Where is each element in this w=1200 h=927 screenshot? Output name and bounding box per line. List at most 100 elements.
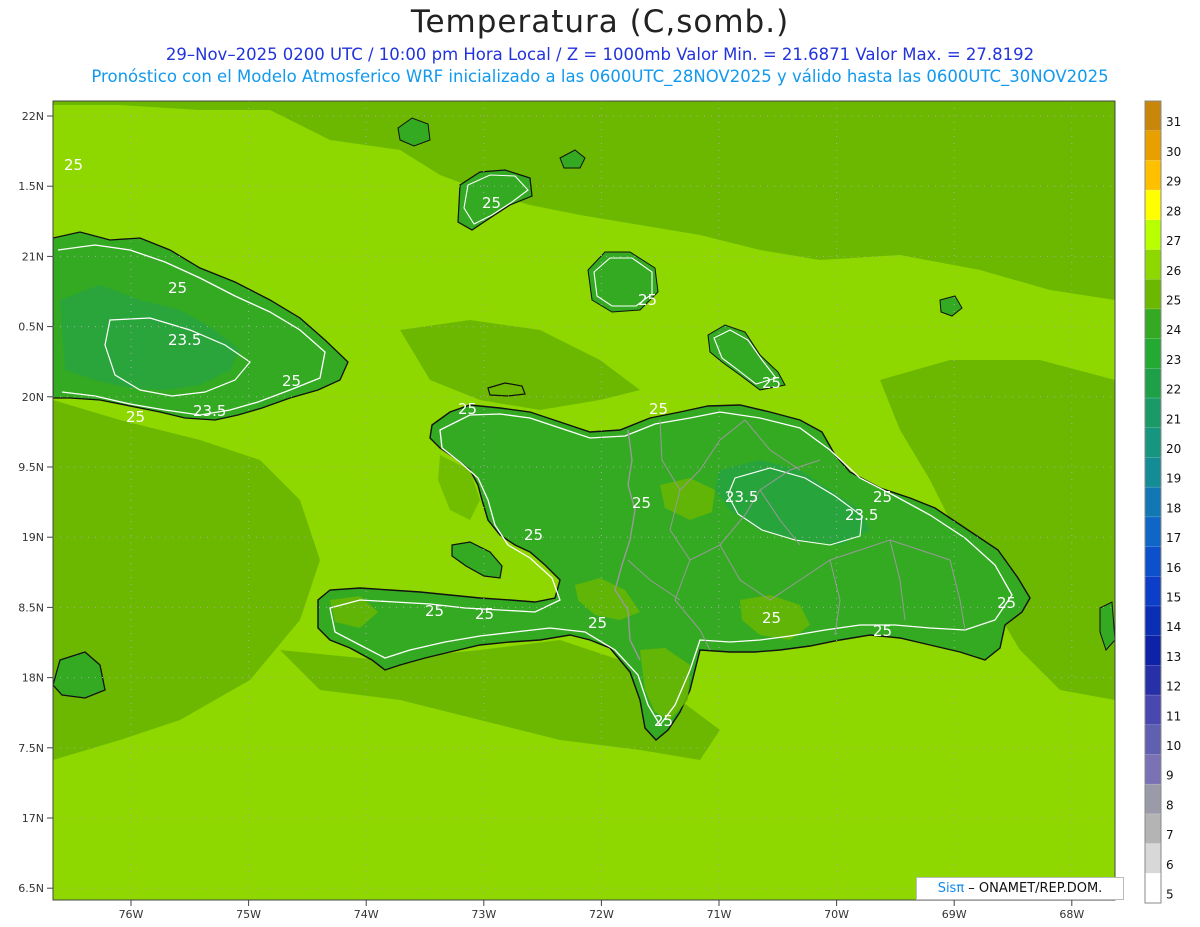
colorbar-swatch xyxy=(1145,427,1161,458)
lon-label: 73W xyxy=(471,908,496,921)
colorbar-label: 14 xyxy=(1166,620,1181,634)
colorbar-swatch xyxy=(1145,368,1161,399)
map-field: 25 25 23.5 25 25 23.5 25 25 25 25 25 25 … xyxy=(53,101,1115,900)
colorbar-swatch xyxy=(1145,754,1161,785)
contour-label: 25 xyxy=(649,400,668,418)
colorbar-swatch xyxy=(1145,635,1161,666)
lon-label: 75W xyxy=(236,908,261,921)
lat-label: 22N xyxy=(22,110,44,123)
contour-label: 25 xyxy=(654,712,673,730)
colorbar-swatch xyxy=(1145,605,1161,636)
colorbar-label: 24 xyxy=(1166,323,1181,337)
colorbar-label: 12 xyxy=(1166,680,1181,694)
colorbar-label: 9 xyxy=(1166,769,1174,783)
colorbar-label: 17 xyxy=(1166,531,1181,545)
lon-label: 72W xyxy=(589,908,614,921)
lat-label: 1.5N xyxy=(18,180,44,193)
colorbar-swatch xyxy=(1145,695,1161,726)
colorbar-label: 22 xyxy=(1166,383,1181,397)
colorbar-swatch xyxy=(1145,576,1161,607)
contour-label: 25 xyxy=(588,614,607,632)
colorbar-label: 21 xyxy=(1166,412,1181,426)
contour-label: 25 xyxy=(475,605,494,623)
colorbar-swatch xyxy=(1145,487,1161,518)
latitude-labels: 22N 1.5N 21N 0.5N 20N 9.5N 19N 8.5N 18N 7.5N 17N 6.… xyxy=(18,110,53,895)
lat-label: 19N xyxy=(22,531,44,544)
colorbar-label: 20 xyxy=(1166,442,1181,456)
colorbar-swatch xyxy=(1145,160,1161,191)
colorbar: 31 30 29 28 27 26 25 24 23 22 21 20 19 18 17 16 15 14 13 12… xyxy=(1144,100,1181,904)
colorbar-label: 13 xyxy=(1166,650,1181,664)
contour-label: 25 xyxy=(126,408,145,426)
colorbar-label: 19 xyxy=(1166,472,1181,486)
colorbar-swatch xyxy=(1145,784,1161,815)
colorbar-swatch xyxy=(1145,338,1161,369)
lon-label: 70W xyxy=(824,908,849,921)
lon-label: 76W xyxy=(119,908,144,921)
colorbar-label: 31 xyxy=(1166,115,1181,129)
contour-label: 25 xyxy=(873,488,892,506)
colorbar-swatch xyxy=(1145,516,1161,547)
contour-label: 23.5 xyxy=(725,488,758,506)
colorbar-label: 29 xyxy=(1166,175,1181,189)
colorbar-swatch xyxy=(1145,813,1161,844)
colorbar-swatch xyxy=(1145,101,1161,132)
longitude-labels: 76W 75W 74W 73W 72W 71W 70W 69W 68W xyxy=(119,900,1084,921)
credit-text: – ONAMET/REP.DOM. xyxy=(964,881,1103,896)
colorbar-label: 27 xyxy=(1166,234,1181,248)
contour-label: 25 xyxy=(638,291,657,309)
contour-label: 25 xyxy=(873,622,892,640)
contour-label: 23.5 xyxy=(168,331,201,349)
colorbar-label: 16 xyxy=(1166,561,1181,575)
contour-label: 25 xyxy=(762,374,781,392)
colorbar-label: 8 xyxy=(1166,798,1174,812)
colorbar-label: 23 xyxy=(1166,353,1181,367)
lon-label: 69W xyxy=(942,908,967,921)
lat-label: 7.5N xyxy=(18,742,44,755)
colorbar-swatch xyxy=(1145,873,1161,904)
lat-label: 9.5N xyxy=(18,461,44,474)
lon-label: 74W xyxy=(354,908,379,921)
lat-label: 18N xyxy=(22,672,44,685)
lat-label: 20N xyxy=(22,391,44,404)
contour-label: 25 xyxy=(997,594,1016,612)
colorbar-swatch xyxy=(1145,457,1161,488)
colorbar-swatch xyxy=(1145,249,1161,280)
colorbar-label: 15 xyxy=(1166,591,1181,605)
colorbar-label: 28 xyxy=(1166,204,1181,218)
colorbar-label: 18 xyxy=(1166,501,1181,515)
colorbar-label: 5 xyxy=(1166,888,1174,902)
sispi-logo-text: Sisπ xyxy=(937,881,965,896)
contour-label: 25 xyxy=(458,400,477,418)
colorbar-label: 10 xyxy=(1166,739,1181,753)
credit-box: Sisπ – ONAMET/REP.DOM. xyxy=(916,877,1124,900)
colorbar-label: 25 xyxy=(1166,293,1181,307)
colorbar-label: 7 xyxy=(1166,828,1174,842)
colorbar-swatch xyxy=(1145,546,1161,577)
temperature-map: 25 25 23.5 25 25 23.5 25 25 25 25 25 25 … xyxy=(18,100,1181,921)
contour-label: 25 xyxy=(64,156,83,174)
colorbar-swatch xyxy=(1145,130,1161,161)
contour-label: 25 xyxy=(282,372,301,390)
lat-label: 21N xyxy=(22,250,44,263)
contour-label: 23.5 xyxy=(193,402,226,420)
colorbar-label: 11 xyxy=(1166,709,1181,723)
contour-label: 25 xyxy=(524,526,543,544)
contour-label: 25 xyxy=(632,494,651,512)
colorbar-swatch xyxy=(1145,219,1161,250)
contour-label: 25 xyxy=(168,279,187,297)
contour-label: 25 xyxy=(762,609,781,627)
contour-label: 25 xyxy=(482,194,501,212)
lon-label: 71W xyxy=(707,908,732,921)
colorbar-swatch xyxy=(1145,843,1161,874)
colorbar-label: 26 xyxy=(1166,264,1181,278)
lat-label: 8.5N xyxy=(18,601,44,614)
colorbar-swatch xyxy=(1145,665,1161,696)
colorbar-swatch xyxy=(1145,190,1161,221)
lon-label: 68W xyxy=(1059,908,1084,921)
colorbar-swatch xyxy=(1145,724,1161,755)
lat-label: 17N xyxy=(22,812,44,825)
colorbar-swatch xyxy=(1145,308,1161,339)
contour-label: 23.5 xyxy=(845,506,878,524)
colorbar-swatch xyxy=(1145,279,1161,310)
